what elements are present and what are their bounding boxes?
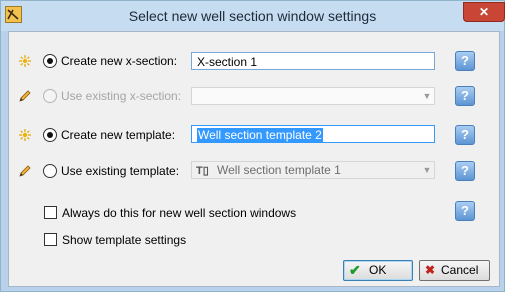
use-existing-template-label: Use existing template:: [61, 164, 180, 178]
use-existing-xsection-label: Use existing x-section:: [61, 89, 182, 103]
pencil-icon: [19, 165, 31, 177]
create-template-radio[interactable]: [43, 128, 57, 142]
ok-button-label: OK: [369, 263, 387, 277]
cancel-x-icon: ✖: [425, 263, 436, 277]
ok-button[interactable]: ✔ OK: [343, 260, 413, 281]
existing-xsection-dropdown[interactable]: ▼: [191, 87, 435, 105]
dialog-window: Select new well section window settings …: [0, 0, 505, 292]
help-button-options[interactable]: ?: [455, 201, 475, 221]
cancel-button[interactable]: ✖ Cancel: [419, 260, 490, 281]
template-name-input[interactable]: Well section template 2: [191, 125, 435, 143]
sparkle-icon: [19, 129, 31, 141]
create-xsection-radio[interactable]: [43, 54, 57, 68]
create-template-label: Create new template:: [61, 128, 176, 142]
show-template-settings-checkbox[interactable]: [44, 233, 57, 246]
always-do-this-label: Always do this for new well section wind…: [62, 206, 297, 220]
help-button-existing-xsection[interactable]: ?: [455, 86, 475, 106]
window-title: Select new well section window settings: [128, 8, 377, 24]
chevron-down-icon: ▼: [422, 91, 432, 101]
use-existing-template-radio[interactable]: [43, 164, 57, 178]
sparkle-icon: [19, 55, 31, 67]
title-bar[interactable]: Select new well section window settings …: [1, 1, 505, 31]
pencil-icon: [19, 90, 31, 102]
existing-template-value: Well section template 1: [217, 163, 341, 177]
create-xsection-label: Create new x-section:: [61, 54, 178, 68]
template-icon: T▯: [196, 165, 209, 177]
close-button[interactable]: ✕: [463, 2, 505, 22]
chevron-down-icon: ▼: [422, 165, 432, 175]
help-button-template[interactable]: ?: [455, 125, 475, 145]
help-button-existing-template[interactable]: ?: [455, 161, 475, 181]
use-existing-xsection-radio[interactable]: [43, 89, 57, 103]
cancel-button-label: Cancel: [441, 263, 479, 277]
help-button-xsection[interactable]: ?: [455, 51, 475, 71]
xsection-name-input[interactable]: X-section 1: [191, 52, 435, 70]
always-do-this-checkbox[interactable]: [44, 206, 57, 219]
show-template-settings-label: Show template settings: [62, 233, 187, 247]
template-name-selected-text: Well section template 2: [197, 128, 323, 142]
existing-template-dropdown[interactable]: T▯ Well section template 1 ▼: [191, 161, 435, 179]
dialog-body: Create new x-section: X-section 1 ? Use …: [8, 31, 500, 287]
checkmark-icon: ✔: [349, 262, 361, 278]
